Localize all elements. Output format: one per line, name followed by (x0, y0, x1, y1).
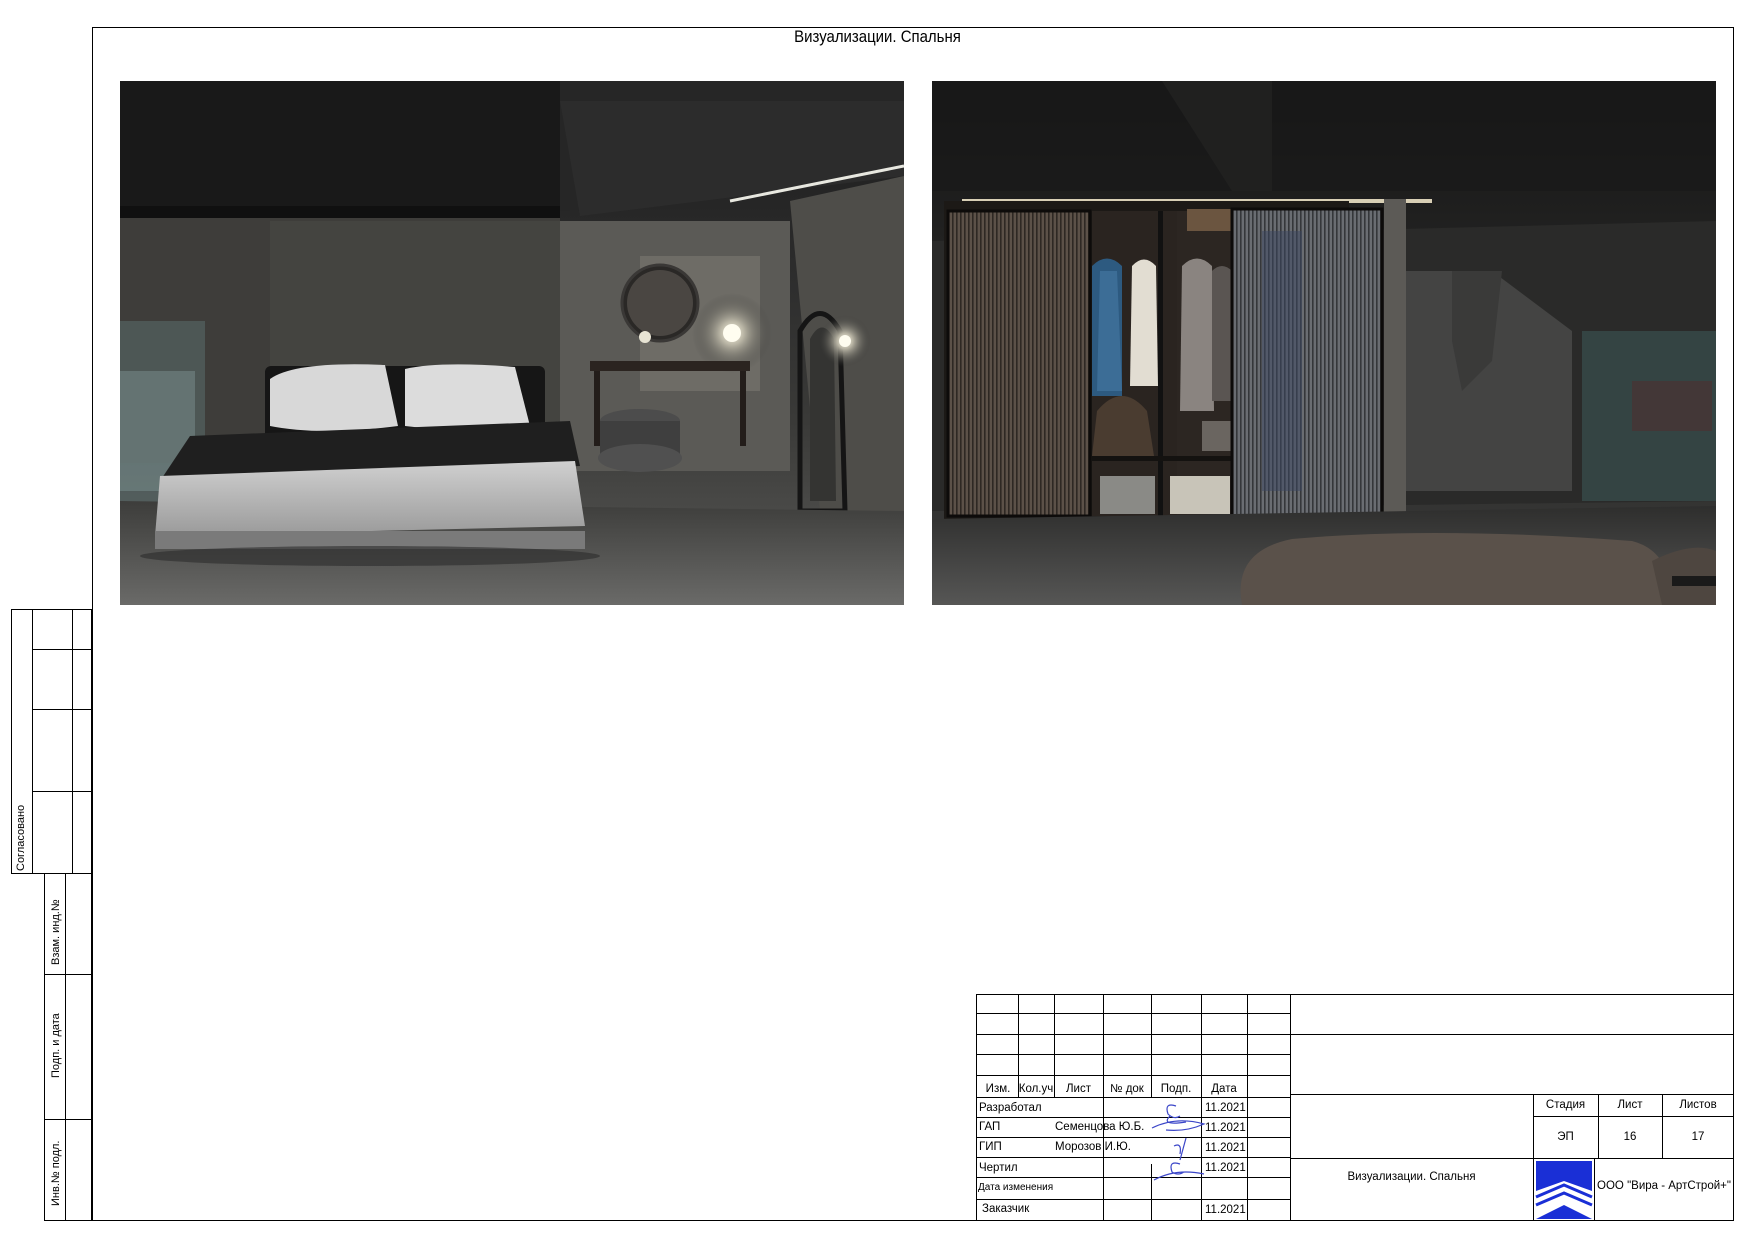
signature-icon (1151, 1104, 1206, 1181)
sheets-total: 17 (1691, 1131, 1705, 1143)
company-name: ООО "Вира - АртСтрой+" (1597, 1180, 1731, 1192)
date-zakazchik: 11.2021 (1205, 1204, 1246, 1216)
render-bedroom (120, 81, 904, 605)
sheet-name: Визуализации. Спальня (1347, 1171, 1476, 1183)
sheet-title: Визуализации. Спальня (794, 27, 961, 46)
agreed-label: Согласовано (15, 804, 27, 871)
role-zakazchik: Заказчик (982, 1203, 1030, 1215)
role-date-change: Дата изменения (978, 1182, 1054, 1193)
name-gap: Семенцова Ю.Б. (1055, 1121, 1145, 1133)
sheet-number: 16 (1623, 1131, 1637, 1143)
header-izm: Изм. (985, 1083, 1011, 1095)
stage-label: Стадия (1545, 1099, 1586, 1111)
company-logo-icon (1535, 1161, 1593, 1219)
role-chertil: Чертил (979, 1162, 1018, 1174)
role-razrabotal: Разработал (979, 1102, 1042, 1114)
header-kol-uch: Кол.уч (1018, 1083, 1054, 1095)
role-gap: ГАП (979, 1121, 1001, 1133)
role-gip: ГИП (979, 1141, 1002, 1153)
sheets-label: Листов (1679, 1099, 1717, 1111)
exchange-inv-label: Взам. инд.№ (50, 899, 62, 965)
name-gip: Морозов И.Ю. (1055, 1141, 1131, 1153)
stage-value: ЭП (1557, 1131, 1574, 1143)
header-list: Лист (1066, 1083, 1091, 1095)
title-block: Изм. Кол.уч Лист № док Подп. Дата Разраб… (976, 994, 1734, 1221)
sheet-label: Лист (1617, 1099, 1643, 1111)
header-doc-no: № док (1110, 1083, 1144, 1095)
side-stamp: Согласовано Взам. инд.№ Подп. и дата Инв… (11, 609, 92, 1221)
render-wardrobe (932, 81, 1716, 605)
inv-orig-label: Инв.№ подл. (50, 1140, 62, 1206)
sign-date-label: Подп. и дата (50, 1013, 62, 1078)
